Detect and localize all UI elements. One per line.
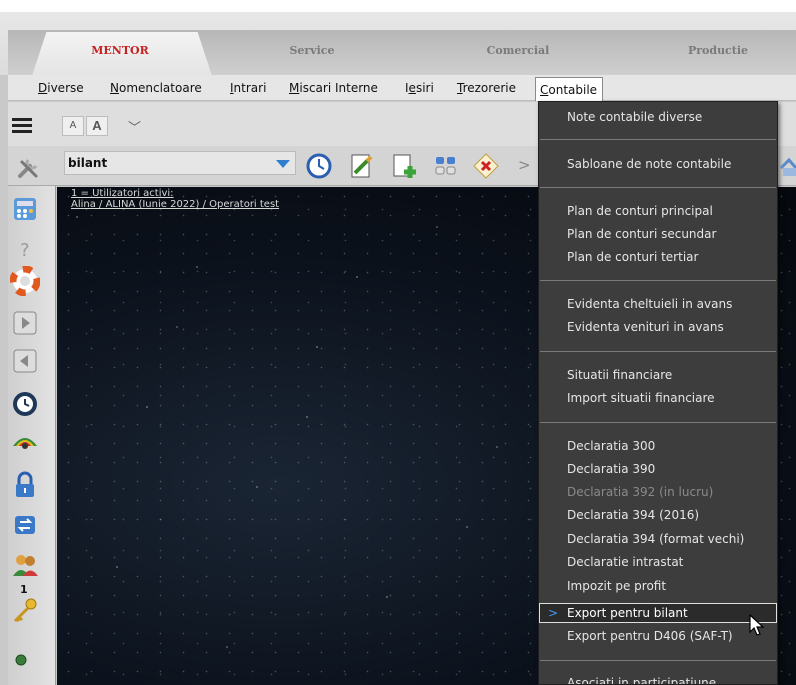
svg-text:?: ? xyxy=(20,240,30,261)
add-document-icon[interactable] xyxy=(390,152,418,180)
status-indicator-icon xyxy=(15,654,27,666)
more-tools-chevron-icon[interactable]: > xyxy=(518,156,531,174)
menu-item-declaratia-300[interactable]: Declaratia 300 xyxy=(567,439,655,453)
calculator-icon[interactable] xyxy=(10,194,40,224)
key-icon[interactable] xyxy=(10,596,40,626)
font-smaller-button[interactable]: A xyxy=(62,116,84,136)
menu-item-declaratia-390[interactable]: Declaratia 390 xyxy=(567,462,655,476)
color-palette-icon[interactable] xyxy=(10,428,40,458)
menu-separator xyxy=(540,280,776,281)
tab-comercial[interactable]: Comercial xyxy=(468,44,568,64)
menu-item-export-d406[interactable]: Export pentru D406 (SAF-T) xyxy=(567,629,733,643)
menu-item-export-pentru-bilant[interactable]: Export pentru bilant xyxy=(567,606,688,620)
menu-separator xyxy=(540,351,776,352)
grid-view-icon[interactable] xyxy=(432,152,460,180)
active-users-title: 1 = Utilizatori activi: xyxy=(71,188,174,199)
menu-trezorerie-rest: rezorerie xyxy=(462,81,516,95)
mouse-cursor-icon xyxy=(749,614,765,636)
left-sidebar: ? 1 xyxy=(8,186,56,685)
top-edge xyxy=(0,0,796,12)
menu-item-declaratie-intrastat[interactable]: Declaratie intrastat xyxy=(567,555,683,569)
menu-item-venituri-avans[interactable]: Evidenta venituri in avans xyxy=(567,320,724,334)
menu-item-situatii-financiare[interactable]: Situatii financiare xyxy=(567,368,672,382)
expand-chevron-icon[interactable]: ﹀ xyxy=(128,117,141,136)
clock-sidebar-icon[interactable] xyxy=(10,389,40,419)
users-count-badge: 1 xyxy=(20,583,28,596)
help-icon[interactable]: ? xyxy=(10,234,40,264)
menu-nomenclatoare-accel: N xyxy=(110,81,119,95)
menu-intrari-rest: ntrari xyxy=(233,81,267,95)
menu-item-asociati-participatiune[interactable]: Asociati in participatiune xyxy=(567,676,716,684)
menu-item-plan-conturi-tertiar[interactable]: Plan de conturi tertiar xyxy=(567,250,698,264)
font-larger-button[interactable]: A xyxy=(86,116,108,136)
previous-icon[interactable] xyxy=(10,346,40,376)
menu-separator xyxy=(540,139,776,140)
menu-item-impozit-pe-profit[interactable]: Impozit pe profit xyxy=(567,579,666,593)
menu-intrari[interactable]: Intrari xyxy=(230,81,266,95)
contabile-dropdown-menu: Note contabile diverse Sabloane de note … xyxy=(538,101,778,685)
tab-productie[interactable]: Productie xyxy=(668,44,768,64)
tab-service[interactable]: Service xyxy=(262,44,362,64)
menu-contabile-rest: ontabile xyxy=(548,83,598,97)
menu-item-import-situatii-financiare[interactable]: Import situatii financiare xyxy=(567,391,715,405)
menu-item-plan-conturi-secundar[interactable]: Plan de conturi secundar xyxy=(567,227,716,241)
lifebuoy-icon[interactable] xyxy=(10,266,40,296)
menu-trezorerie[interactable]: Trezorerie xyxy=(457,81,516,95)
hamburger-menu-icon[interactable] xyxy=(12,118,32,134)
menu-diverse-rest: iverse xyxy=(47,81,84,95)
menu-separator xyxy=(540,187,776,188)
menu-nomenclatoare[interactable]: Nomenclatoare xyxy=(110,81,202,95)
menu-item-declaratia-394-2016[interactable]: Declaratia 394 (2016) xyxy=(567,508,699,522)
home-icon[interactable] xyxy=(779,156,796,180)
next-icon[interactable] xyxy=(10,308,40,338)
menu-iesiri[interactable]: Iesiri xyxy=(405,81,434,95)
search-input[interactable]: bilant xyxy=(64,151,296,175)
menu-diverse-accel: D xyxy=(38,81,48,95)
refresh-icon[interactable] xyxy=(10,510,40,540)
menu-item-note-contabile-diverse[interactable]: Note contabile diverse xyxy=(567,110,702,124)
cancel-icon[interactable] xyxy=(472,152,500,180)
selected-chevron-icon: > xyxy=(548,606,559,620)
menu-item-sabloane-note-contabile[interactable]: Sabloane de note contabile xyxy=(567,157,731,171)
menu-diverse[interactable]: Diverse xyxy=(38,81,84,95)
lock-icon[interactable] xyxy=(10,470,40,500)
edit-document-icon[interactable] xyxy=(347,152,375,180)
menu-item-plan-conturi-principal[interactable]: Plan de conturi principal xyxy=(567,204,713,218)
tab-mentor[interactable]: MENTOR xyxy=(70,44,170,64)
active-user-entry[interactable]: Alina / ALINA (Iunie 2022) / Operatori t… xyxy=(71,199,279,210)
menu-miscari-accel: M xyxy=(289,81,300,95)
menu-iesiri-rest: siri xyxy=(415,81,434,95)
tools-icon[interactable] xyxy=(16,154,44,182)
menu-item-cheltuieli-avans[interactable]: Evidenta cheltuieli in avans xyxy=(567,297,732,311)
search-dropdown-icon[interactable] xyxy=(276,160,290,168)
menu-iesiri-accel: e xyxy=(408,81,416,95)
menu-separator xyxy=(540,660,776,661)
menu-separator xyxy=(540,422,776,423)
clock-icon[interactable] xyxy=(305,152,333,180)
menu-nomenclatoare-rest: omenclatoare xyxy=(118,81,202,95)
menu-miscari-rest: iscari Interne xyxy=(299,81,378,95)
menu-contabile[interactable]: Contabile xyxy=(535,77,604,101)
menu-item-declaratia-392: Declaratia 392 (in lucru) xyxy=(567,485,714,499)
menu-item-declaratia-394-vechi[interactable]: Declaratia 394 (format vechi) xyxy=(567,532,744,546)
users-icon[interactable] xyxy=(10,550,40,580)
menu-miscari-interne[interactable]: Miscari Interne xyxy=(289,81,378,95)
